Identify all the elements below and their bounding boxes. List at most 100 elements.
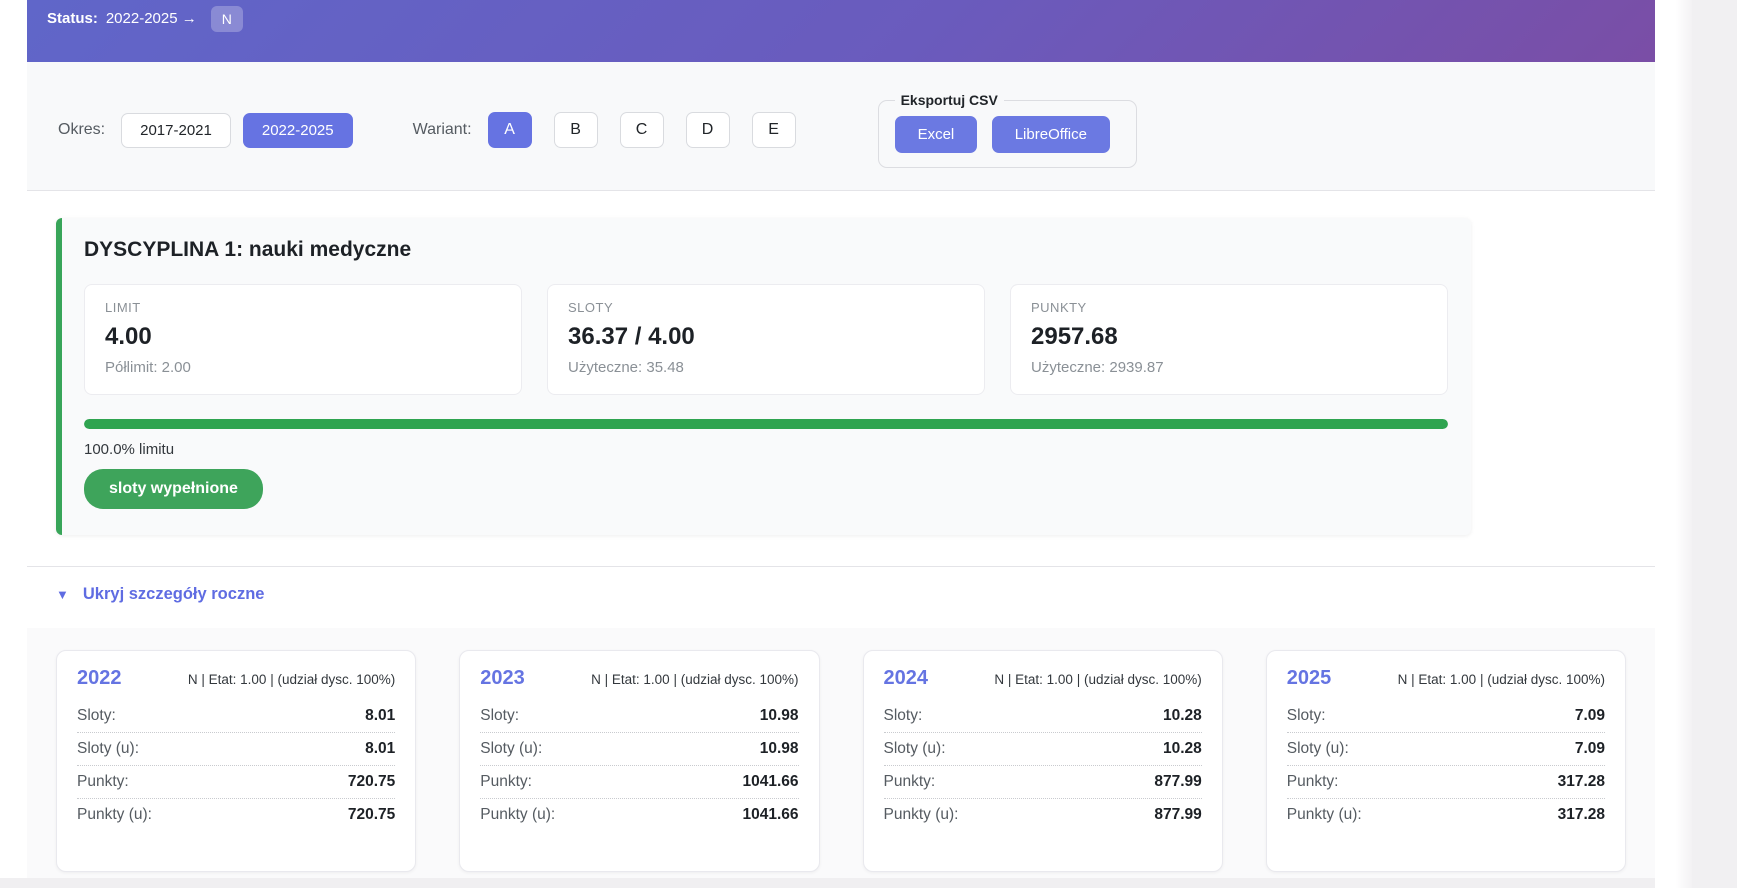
stat-label: Punkty (u): — [884, 806, 959, 824]
wariant-button-c[interactable]: C — [620, 112, 664, 148]
toggle-yearly-details-label: Ukryj szczegóły roczne — [83, 585, 265, 604]
year-meta: N | Etat: 1.00 | (udział dysc. 100%) — [188, 672, 395, 687]
year-card-header: 2025 N | Etat: 1.00 | (udział dysc. 100%… — [1287, 667, 1605, 690]
app-column: Status: 2022-2025 → N Okres: 2017-2021 2… — [27, 0, 1655, 878]
limit-progress-label: 100.0% limitu — [84, 441, 1448, 458]
stat-value: 7.09 — [1575, 707, 1605, 725]
year-meta: N | Etat: 1.00 | (udział dysc. 100%) — [591, 672, 798, 687]
year-number: 2025 — [1287, 667, 1332, 690]
stat-value: 317.28 — [1558, 773, 1605, 791]
stat-label: Punkty: — [1287, 773, 1339, 791]
year-card-2024: 2024 N | Etat: 1.00 | (udział dysc. 100%… — [863, 650, 1223, 872]
filter-bar: Okres: 2017-2021 2022-2025 Wariant: A B … — [27, 62, 1655, 191]
year-stat-row: Sloty (u): 8.01 — [77, 733, 395, 766]
year-stat-row: Sloty: 7.09 — [1287, 700, 1605, 733]
stat-label: Punkty: — [884, 773, 936, 791]
stat-value: 10.98 — [760, 707, 799, 725]
year-stat-row: Sloty (u): 7.09 — [1287, 733, 1605, 766]
year-stat-row: Punkty (u): 317.28 — [1287, 799, 1605, 831]
year-card-2022: 2022 N | Etat: 1.00 | (udział dysc. 100%… — [56, 650, 416, 872]
stat-label: Sloty: — [77, 707, 116, 725]
year-meta: N | Etat: 1.00 | (udział dysc. 100%) — [994, 672, 1201, 687]
stat-value: 877.99 — [1154, 806, 1201, 824]
metric-label: PUNKTY — [1031, 300, 1427, 315]
year-number: 2022 — [77, 667, 122, 690]
stat-value: 8.01 — [365, 707, 395, 725]
okres-button-2017-2021[interactable]: 2017-2021 — [121, 113, 231, 148]
okres-button-2022-2025[interactable]: 2022-2025 — [243, 113, 353, 148]
stat-value: 10.98 — [760, 740, 799, 758]
year-card-header: 2022 N | Etat: 1.00 | (udział dysc. 100%… — [77, 667, 395, 690]
year-stat-row: Punkty: 317.28 — [1287, 766, 1605, 799]
metrics-row: LIMIT 4.00 Półlimit: 2.00 SLOTY 36.37 / … — [84, 284, 1448, 395]
export-libreoffice-button[interactable]: LibreOffice — [992, 116, 1110, 153]
year-stat-row: Sloty: 8.01 — [77, 700, 395, 733]
year-stat-row: Punkty (u): 1041.66 — [480, 799, 798, 831]
metric-card-limit: LIMIT 4.00 Półlimit: 2.00 — [84, 284, 522, 395]
stat-value: 8.01 — [365, 740, 395, 758]
stat-value: 10.28 — [1163, 740, 1202, 758]
year-cards-section: 2022 N | Etat: 1.00 | (udział dysc. 100%… — [27, 628, 1655, 878]
wariant-button-d[interactable]: D — [686, 112, 730, 148]
stat-value: 1041.66 — [742, 806, 798, 824]
wariant-button-e[interactable]: E — [752, 112, 796, 148]
scrollbar[interactable] — [1655, 0, 1692, 888]
stat-label: Sloty (u): — [77, 740, 139, 758]
stat-label: Sloty: — [1287, 707, 1326, 725]
stat-label: Sloty: — [480, 707, 519, 725]
year-card-header: 2024 N | Etat: 1.00 | (udział dysc. 100%… — [884, 667, 1202, 690]
year-stat-row: Sloty (u): 10.28 — [884, 733, 1202, 766]
year-stat-row: Punkty: 877.99 — [884, 766, 1202, 799]
chevron-down-icon: ▼ — [56, 587, 69, 602]
year-card-2023: 2023 N | Etat: 1.00 | (udział dysc. 100%… — [459, 650, 819, 872]
wariant-label: Wariant: — [413, 121, 472, 139]
metric-sub: Użyteczne: 35.48 — [568, 359, 964, 376]
wariant-button-a[interactable]: A — [488, 112, 532, 148]
export-csv-legend: Eksportuj CSV — [895, 92, 1004, 108]
year-stat-row: Punkty: 1041.66 — [480, 766, 798, 799]
stat-value: 7.09 — [1575, 740, 1605, 758]
wariant-button-b[interactable]: B — [554, 112, 598, 148]
year-stat-row: Sloty: 10.28 — [884, 700, 1202, 733]
discipline-section: DYSCYPLINA 1: nauki medyczne LIMIT 4.00 … — [27, 191, 1655, 567]
export-excel-button[interactable]: Excel — [895, 116, 978, 153]
metric-value: 36.37 / 4.00 — [568, 323, 964, 351]
stat-value: 877.99 — [1154, 773, 1201, 791]
stat-label: Sloty: — [884, 707, 923, 725]
stat-value: 10.28 — [1163, 707, 1202, 725]
stat-label: Punkty (u): — [1287, 806, 1362, 824]
year-number: 2023 — [480, 667, 525, 690]
bottom-gutter — [0, 878, 1692, 888]
metric-card-sloty: SLOTY 36.37 / 4.00 Użyteczne: 35.48 — [547, 284, 985, 395]
stat-value: 720.75 — [348, 773, 395, 791]
export-csv-group: Eksportuj CSV Excel LibreOffice — [878, 92, 1137, 168]
right-gutter — [1692, 0, 1737, 888]
stat-label: Sloty (u): — [1287, 740, 1349, 758]
status-value: 2022-2025 → — [106, 10, 197, 27]
stat-label: Punkty (u): — [480, 806, 555, 824]
slots-filled-badge: sloty wypełnione — [84, 469, 263, 509]
status-bar: Status: 2022-2025 → N — [27, 0, 1655, 62]
stat-label: Punkty: — [480, 773, 532, 791]
metric-value: 4.00 — [105, 323, 501, 351]
year-card-header: 2023 N | Etat: 1.00 | (udział dysc. 100%… — [480, 667, 798, 690]
stat-label: Sloty (u): — [884, 740, 946, 758]
year-stat-row: Punkty (u): 720.75 — [77, 799, 395, 831]
discipline-card: DYSCYPLINA 1: nauki medyczne LIMIT 4.00 … — [56, 218, 1471, 535]
metric-value: 2957.68 — [1031, 323, 1427, 351]
stat-label: Punkty: — [77, 773, 129, 791]
stat-label: Sloty (u): — [480, 740, 542, 758]
metric-card-punkty: PUNKTY 2957.68 Użyteczne: 2939.87 — [1010, 284, 1448, 395]
year-number: 2024 — [884, 667, 929, 690]
status-label: Status: — [47, 10, 98, 27]
stat-label: Punkty (u): — [77, 806, 152, 824]
status-badge: N — [211, 6, 243, 32]
stat-value: 1041.66 — [742, 773, 798, 791]
discipline-title: DYSCYPLINA 1: nauki medyczne — [84, 238, 1448, 262]
limit-progress-fill — [84, 419, 1448, 429]
year-stat-row: Punkty: 720.75 — [77, 766, 395, 799]
stat-value: 317.28 — [1558, 806, 1605, 824]
toggle-yearly-details-link[interactable]: ▼ Ukryj szczegóły roczne — [56, 585, 264, 604]
okres-label: Okres: — [58, 121, 105, 139]
metric-label: LIMIT — [105, 300, 501, 315]
